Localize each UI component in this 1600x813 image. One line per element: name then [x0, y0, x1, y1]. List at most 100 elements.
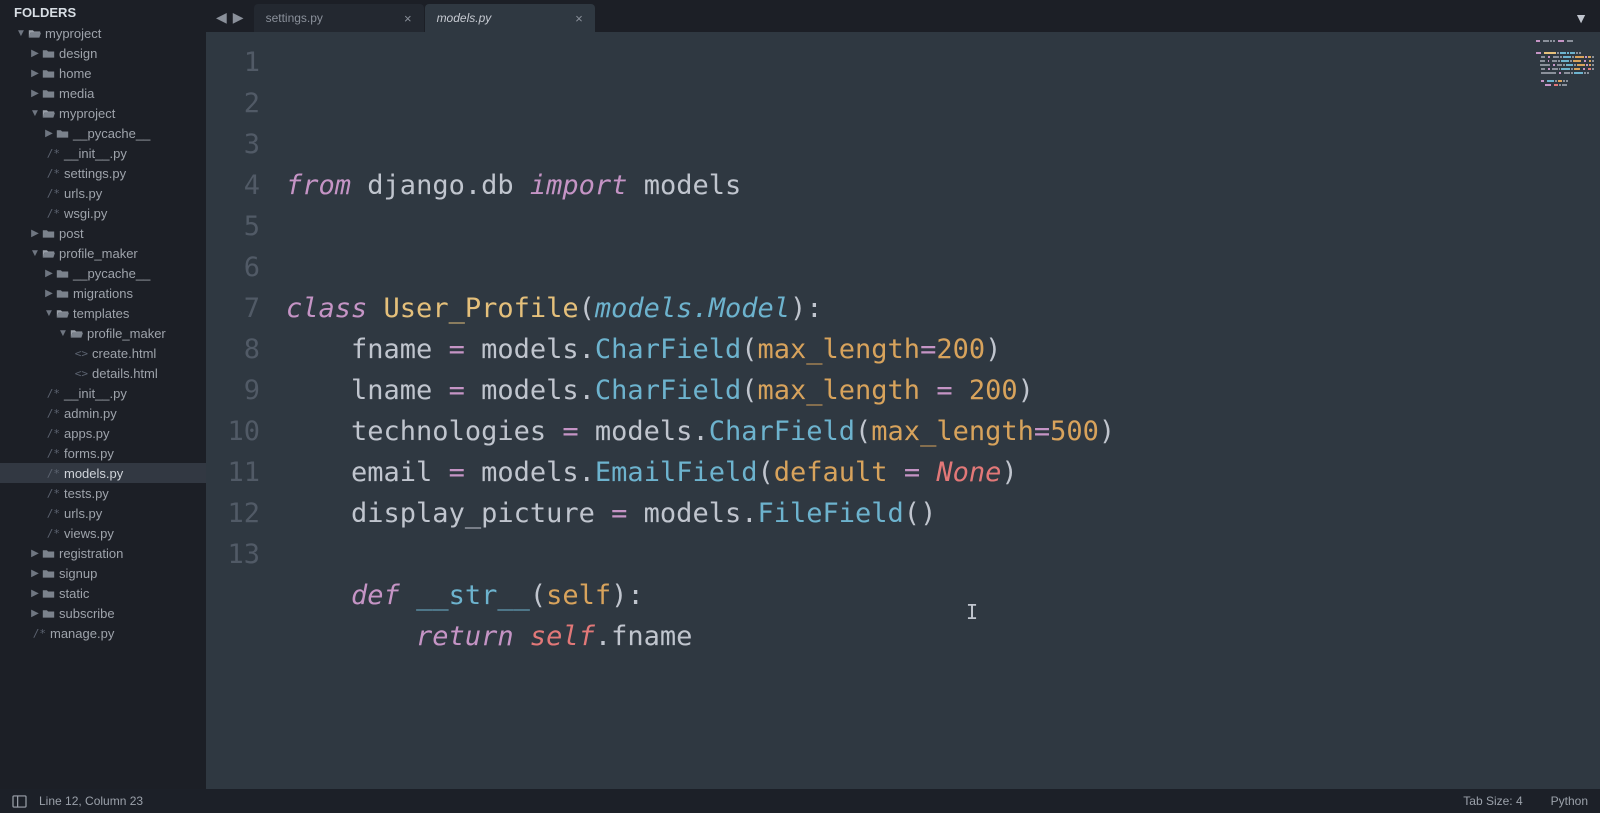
folder-item[interactable]: ▼ templates [0, 303, 206, 323]
nav-forward-icon[interactable]: ▶ [231, 9, 246, 26]
file-type-icon: /* [30, 627, 46, 640]
folder-icon [41, 568, 56, 579]
disclosure-icon[interactable]: ▼ [30, 108, 40, 119]
disclosure-icon[interactable]: ▶ [30, 588, 40, 599]
folder-icon [55, 128, 70, 139]
language-mode[interactable]: Python [1551, 794, 1588, 808]
cursor-position[interactable]: Line 12, Column 23 [39, 794, 143, 808]
disclosure-icon[interactable]: ▶ [44, 268, 54, 279]
tree-item-label: models.py [64, 466, 123, 481]
tree-item-label: static [59, 586, 89, 601]
disclosure-icon[interactable]: ▶ [44, 288, 54, 299]
code-editor[interactable]: I from django.db import modelsclass User… [276, 32, 1530, 789]
tree-item-label: media [59, 86, 94, 101]
disclosure-icon[interactable]: ▼ [30, 248, 40, 259]
close-icon[interactable]: × [404, 11, 412, 26]
file-item[interactable]: /*tests.py [0, 483, 206, 503]
tree-item-label: settings.py [64, 166, 126, 181]
folder-item[interactable]: ▼myproject [0, 23, 206, 43]
file-type-icon: /* [44, 447, 60, 460]
file-item[interactable]: /* __init__.py [0, 143, 206, 163]
file-type-icon: /* [44, 427, 60, 440]
disclosure-icon[interactable]: ▼ [16, 28, 26, 39]
folder-item[interactable]: ▶ static [0, 583, 206, 603]
file-type-icon: /* [44, 467, 60, 480]
folder-icon [55, 288, 70, 299]
panel-switcher-icon[interactable] [12, 795, 27, 808]
disclosure-icon[interactable]: ▶ [30, 88, 40, 99]
folder-item[interactable]: ▶__pycache__ [0, 263, 206, 283]
tree-item-label: profile_maker [59, 246, 138, 261]
tree-item-label: __init__.py [64, 386, 127, 401]
folder-item[interactable]: ▶ home [0, 63, 206, 83]
file-item[interactable]: <>details.html [0, 363, 206, 383]
file-item[interactable]: /* apps.py [0, 423, 206, 443]
tab-label: settings.py [266, 11, 323, 25]
disclosure-icon[interactable]: ▶ [30, 608, 40, 619]
status-bar: Line 12, Column 23 Tab Size: 4 Python [0, 789, 1600, 813]
tree-item-label: apps.py [64, 426, 110, 441]
file-item[interactable]: /* urls.py [0, 503, 206, 523]
tree-item-label: urls.py [64, 186, 102, 201]
file-type-icon: /* [44, 187, 60, 200]
file-type-icon: /* [44, 407, 60, 420]
file-item[interactable]: /*wsgi.py [0, 203, 206, 223]
disclosure-icon[interactable]: ▶ [30, 48, 40, 59]
line-gutter[interactable]: 12345678910111213 [206, 32, 276, 789]
disclosure-icon[interactable]: ▶ [30, 568, 40, 579]
folder-icon [41, 68, 56, 79]
folder-item[interactable]: ▶signup [0, 563, 206, 583]
file-type-icon: /* [44, 147, 60, 160]
folder-item[interactable]: ▶subscribe [0, 603, 206, 623]
file-item[interactable]: /* settings.py [0, 163, 206, 183]
editor-tab[interactable]: models.py × [425, 4, 595, 32]
folder-item[interactable]: ▼ profile_maker [0, 243, 206, 263]
tab-menu-icon[interactable]: ▼ [1562, 4, 1600, 32]
tree-item-label: __init__.py [64, 146, 127, 161]
folder-item[interactable]: ▶registration [0, 543, 206, 563]
tab-history-nav[interactable]: ◀ ▶ [206, 9, 254, 32]
editor-tab[interactable]: settings.py × [254, 4, 424, 32]
file-item[interactable]: /* models.py [0, 463, 206, 483]
folder-item[interactable]: ▶design [0, 43, 206, 63]
folder-item[interactable]: ▶ media [0, 83, 206, 103]
file-tree[interactable]: ▼myproject▶design▶home▶media▼myproject▶_… [0, 23, 206, 789]
file-item[interactable]: /* manage.py [0, 623, 206, 643]
tree-item-label: wsgi.py [64, 206, 107, 221]
tree-item-label: urls.py [64, 506, 102, 521]
file-item[interactable]: /* urls.py [0, 183, 206, 203]
tab-label: models.py [437, 11, 492, 25]
disclosure-icon[interactable]: ▶ [30, 548, 40, 559]
file-item[interactable]: /*__init__.py [0, 383, 206, 403]
disclosure-icon[interactable]: ▶ [44, 128, 54, 139]
close-icon[interactable]: × [575, 11, 583, 26]
file-item[interactable]: /*views.py [0, 523, 206, 543]
nav-back-icon[interactable]: ◀ [214, 9, 229, 26]
folder-icon [41, 88, 56, 99]
tab-size[interactable]: Tab Size: 4 [1463, 794, 1522, 808]
tree-item-label: views.py [64, 526, 114, 541]
folder-icon [41, 588, 56, 599]
folder-item[interactable]: ▼ myproject [0, 103, 206, 123]
file-item[interactable]: /*forms.py [0, 443, 206, 463]
disclosure-icon[interactable]: ▼ [44, 308, 54, 319]
file-item[interactable]: <>create.html [0, 343, 206, 363]
tree-item-label: home [59, 66, 92, 81]
folder-icon [55, 308, 70, 319]
folder-item[interactable]: ▶migrations [0, 283, 206, 303]
disclosure-icon[interactable]: ▶ [30, 228, 40, 239]
tree-item-label: manage.py [50, 626, 114, 641]
tree-item-label: details.html [92, 366, 158, 381]
folder-icon [41, 608, 56, 619]
folder-item[interactable]: ▼profile_maker [0, 323, 206, 343]
minimap[interactable] [1530, 32, 1600, 789]
file-type-icon: /* [44, 167, 60, 180]
file-type-icon: /* [44, 507, 60, 520]
tree-item-label: templates [73, 306, 129, 321]
tree-item-label: myproject [59, 106, 115, 121]
disclosure-icon[interactable]: ▶ [30, 68, 40, 79]
folder-item[interactable]: ▶__pycache__ [0, 123, 206, 143]
disclosure-icon[interactable]: ▼ [58, 328, 68, 339]
folder-item[interactable]: ▶post [0, 223, 206, 243]
file-item[interactable]: /*admin.py [0, 403, 206, 423]
